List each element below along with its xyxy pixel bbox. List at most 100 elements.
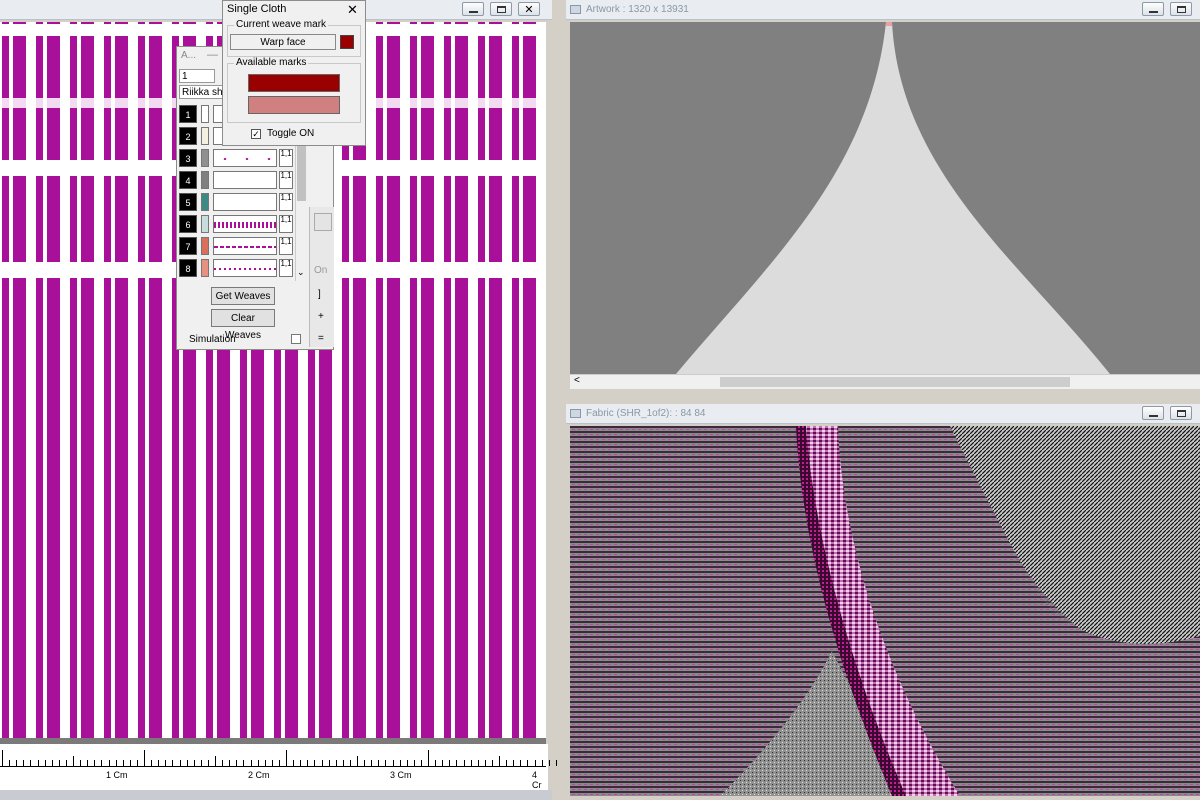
weave-index-cell[interactable]: 5 [179, 193, 197, 211]
side-plus-icon[interactable]: + [318, 311, 324, 322]
weave-ratio-tag: 1,1 [279, 193, 293, 211]
ruler-label: 4 Cr [532, 770, 542, 790]
single-cloth-close-icon[interactable]: ✕ [347, 2, 358, 18]
weave-color-swatch[interactable] [201, 127, 209, 145]
weave-preview[interactable] [213, 193, 277, 211]
scroll-thumb[interactable] [720, 377, 1070, 387]
clear-weaves-button[interactable]: Clear Weaves [211, 309, 275, 341]
ruler-tick [286, 750, 287, 766]
weave-color-swatch[interactable] [201, 105, 209, 123]
weave-ratio-tag: 1,1 [279, 171, 293, 189]
artwork-canvas[interactable] [570, 22, 1200, 374]
weave-color-swatch[interactable] [201, 149, 209, 167]
fabric-window: Fabric (SHR_1of2): : 84 84 [566, 404, 1200, 800]
ruler-label: 2 Cm [248, 770, 270, 780]
side-panel-fragment: On ] + = [309, 207, 334, 347]
side-equals-icon[interactable]: = [318, 333, 324, 344]
minimize-icon [1148, 414, 1158, 417]
weave-color-swatch[interactable] [201, 215, 209, 233]
weave-preview[interactable] [213, 215, 277, 233]
ruler-tick [357, 756, 358, 766]
weave-number-field[interactable]: 1 [179, 69, 215, 83]
weave-palette-minimize-icon[interactable]: — [207, 49, 218, 61]
fabric-window-title: Fabric (SHR_1of2): : 84 84 [586, 408, 706, 419]
artwork-window: Artwork : 1320 x 13931 < [566, 0, 1200, 392]
minimize-button[interactable] [1142, 406, 1164, 420]
weave-color-swatch[interactable] [201, 237, 209, 255]
ruler-tick [2, 750, 3, 766]
ruler-tick [144, 750, 145, 766]
side-panel-swatch[interactable] [314, 213, 332, 231]
current-mark-group-label: Current weave mark [234, 19, 329, 30]
get-weaves-button[interactable]: Get Weaves [211, 287, 275, 305]
ruler-tick [215, 756, 216, 766]
ruler-tick [73, 756, 74, 766]
weave-index-cell[interactable]: 7 [179, 237, 197, 255]
maximize-button[interactable] [1170, 2, 1192, 16]
current-mark-value: Warp face [260, 37, 306, 48]
ruler-tick [499, 756, 500, 766]
fabric-window-titlebar[interactable]: Fabric (SHR_1of2): : 84 84 [566, 404, 1200, 424]
simulation-checkbox[interactable] [291, 334, 301, 344]
weave-name-value: Riikka shr [182, 87, 226, 98]
minimize-button[interactable] [462, 2, 484, 16]
minimize-button[interactable] [1142, 2, 1164, 16]
ruler-label: 1 Cm [106, 770, 128, 780]
weave-ratio-tag: 1,1 [279, 215, 293, 233]
close-button[interactable]: ✕ [518, 2, 540, 16]
weave-ratio-tag: 1,1 [279, 259, 293, 277]
toggle-on-checkbox[interactable]: ✓ [251, 129, 261, 139]
close-icon: ✕ [524, 3, 534, 16]
current-mark-field[interactable]: Warp face [230, 34, 336, 50]
artwork-window-title: Artwork : 1320 x 13931 [586, 4, 689, 15]
ruler-tick [548, 760, 550, 766]
weave-color-swatch[interactable] [201, 193, 209, 211]
maximize-button[interactable] [1170, 406, 1192, 420]
maximize-button[interactable] [490, 2, 512, 16]
scroll-down-icon[interactable]: ⌄ [297, 267, 305, 278]
ruler-bottom-bar [0, 790, 552, 800]
ruler-tick [555, 760, 557, 766]
current-mark-swatch[interactable] [340, 35, 354, 49]
maximize-icon [496, 5, 506, 13]
ruler-tick [428, 750, 429, 766]
single-cloth-title: Single Cloth [227, 3, 287, 15]
artwork-window-titlebar[interactable]: Artwork : 1320 x 13931 [566, 0, 1200, 20]
artwork-hscrollbar[interactable]: < [570, 374, 1200, 389]
weave-number-value: 1 [182, 71, 188, 82]
ruler-label: 3 Cm [390, 770, 412, 780]
simulation-label: Simulation [189, 334, 236, 345]
weave-ratio-tag: 1,1 [279, 149, 293, 167]
maximize-icon [1176, 409, 1186, 417]
weave-index-cell[interactable]: 3 [179, 149, 197, 167]
side-on-label[interactable]: On [314, 265, 327, 276]
minimize-icon [468, 10, 478, 13]
window-icon [570, 5, 581, 14]
weave-preview[interactable] [213, 259, 277, 277]
weave-index-cell[interactable]: 2 [179, 127, 197, 145]
weave-index-cell[interactable]: 4 [179, 171, 197, 189]
weave-color-swatch[interactable] [201, 259, 209, 277]
weave-ratio-tag: 1,1 [279, 237, 293, 255]
scroll-left-icon[interactable]: < [574, 375, 580, 386]
weave-preview[interactable] [213, 171, 277, 189]
weave-index-cell[interactable]: 1 [179, 105, 197, 123]
single-cloth-dialog: Single Cloth ✕ Current weave mark Warp f… [222, 0, 366, 146]
side-bracket-icon[interactable]: ] [318, 289, 321, 300]
current-mark-group: Current weave mark Warp face [227, 19, 361, 57]
toggle-on-label: Toggle ON [267, 128, 315, 139]
artwork-marker [886, 22, 892, 26]
weave-preview[interactable] [213, 237, 277, 255]
available-mark-swatch[interactable] [248, 96, 340, 114]
weave-index-cell[interactable]: 6 [179, 215, 197, 233]
weave-preview[interactable] [213, 149, 277, 167]
checkmark-icon: ✓ [252, 129, 260, 139]
minimize-icon [1148, 10, 1158, 13]
weave-color-swatch[interactable] [201, 171, 209, 189]
maximize-icon [1176, 5, 1186, 13]
available-marks-group: Available marks [227, 57, 361, 123]
available-mark-swatch[interactable] [248, 74, 340, 92]
fabric-simulation-canvas[interactable] [570, 426, 1200, 796]
weave-index-cell[interactable]: 8 [179, 259, 197, 277]
window-icon [570, 409, 581, 418]
